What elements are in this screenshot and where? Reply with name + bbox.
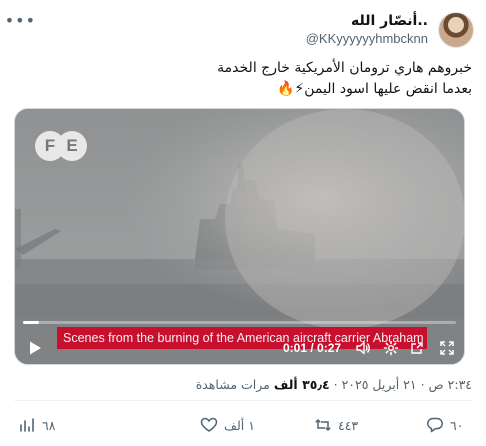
volume-icon[interactable] <box>355 340 371 356</box>
video-progress-fill <box>23 321 40 324</box>
tweet-time[interactable]: ٢:٣٤ ص <box>429 377 472 392</box>
video-controls: 0:01 / 0:27 <box>15 332 464 364</box>
tweet-header: ..أنصّار الله @KKyyyyyyhmbcknn ••• <box>5 10 474 50</box>
tweet-text-line: بعدما انقض عليها اسود اليمن⚡🔥 <box>277 81 472 97</box>
video-progress-bar[interactable] <box>23 321 456 324</box>
heart-icon <box>200 417 218 432</box>
tweet-text-line: خبروهم هاري ترومان الأمريكية خارج الخدمة <box>217 60 472 76</box>
meta-separator: · <box>416 377 425 392</box>
fe-logo: F E <box>35 131 87 163</box>
bookmark-button[interactable]: ٦٨ <box>18 414 55 436</box>
play-icon[interactable] <box>27 340 43 356</box>
picture-in-picture-icon[interactable] <box>409 340 425 356</box>
user-handle[interactable]: @KKyyyyyyhmbcknn <box>306 30 428 48</box>
meta-separator: · <box>329 377 338 392</box>
fullscreen-icon[interactable] <box>439 340 455 356</box>
more-options-icon[interactable]: ••• <box>5 13 36 34</box>
bookmark-count: ٦٨ <box>42 417 56 433</box>
like-count: ١ ألف <box>224 417 255 433</box>
view-count: ٣٥٫٤ ألف مرات مشاهدة <box>196 377 330 392</box>
repost-count: ٤٤٣ <box>338 417 359 433</box>
view-count-number: ٣٥٫٤ ألف <box>273 377 330 392</box>
repost-button[interactable]: ٤٤٣ <box>314 414 358 436</box>
repost-icon <box>315 418 331 432</box>
reply-icon <box>427 417 443 433</box>
tweet-card: ..أنصّار الله @KKyyyyyyhmbcknn ••• خبروه… <box>0 0 486 446</box>
author-names: ..أنصّار الله @KKyyyyyyhmbcknn <box>306 12 428 48</box>
view-count-label: مرات مشاهدة <box>195 377 270 392</box>
tweet-date[interactable]: ٢١ أبريل ٢٠٢٥ <box>342 377 417 392</box>
reply-button[interactable]: ٦٠ <box>426 414 463 436</box>
reply-count: ٦٠ <box>450 417 464 433</box>
video-time: 0:01 / 0:27 <box>283 341 342 355</box>
video-player[interactable]: F E Scenes from the burning of the Ameri… <box>14 108 465 365</box>
logo-letter: E <box>57 131 87 161</box>
settings-gear-icon[interactable] <box>383 340 399 356</box>
action-bar: ٦٨ ١ ألف ٤٤٣ ٦٠ <box>14 414 472 440</box>
bar-chart-icon <box>20 418 34 432</box>
tweet-meta: ٢:٣٤ ص · ٢١ أبريل ٢٠٢٥ · ٣٥٫٤ ألف مرات م… <box>14 376 472 394</box>
divider <box>14 400 472 401</box>
like-button[interactable]: ١ ألف <box>200 414 255 436</box>
avatar[interactable] <box>438 12 474 48</box>
display-name[interactable]: ..أنصّار الله <box>306 12 428 30</box>
tweet-text: خبروهم هاري ترومان الأمريكية خارج الخدمة… <box>14 58 472 100</box>
